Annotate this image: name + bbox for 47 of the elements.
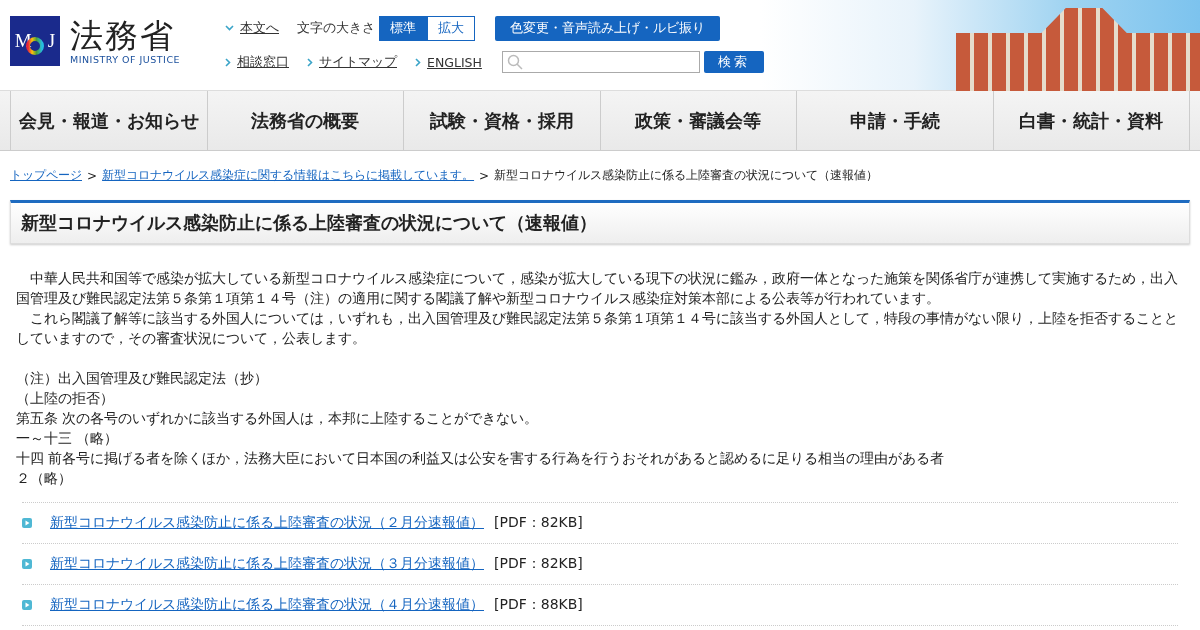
breadcrumb-link[interactable]: トップページ: [10, 167, 82, 184]
accessibility-button[interactable]: 色変更・音声読み上げ・ルビ振り: [495, 15, 720, 41]
breadcrumb-current: 新型コロナウイルス感染防止に係る上陸審査の状況について（速報値）: [494, 167, 879, 184]
bullet-play-icon: [22, 559, 32, 569]
breadcrumb-separator: >: [479, 168, 490, 183]
file-size: [PDF：88KB]: [494, 596, 583, 614]
font-size-label: 文字の大きさ: [297, 19, 375, 37]
nav-tab[interactable]: 試験・資格・採用: [403, 91, 600, 150]
logo-letter: J: [47, 30, 56, 52]
breadcrumb-separator: >: [87, 168, 98, 183]
pdf-document-link[interactable]: 新型コロナウイルス感染防止に係る上陸審査の状況（２月分速報値）: [50, 514, 484, 532]
pdf-document-link[interactable]: 新型コロナウイルス感染防止に係る上陸審査の状況（４月分速報値）: [50, 596, 484, 614]
pdf-document-link[interactable]: 新型コロナウイルス感染防止に係る上陸審査の状況（３月分速報値）: [50, 555, 484, 573]
breadcrumb-link[interactable]: 新型コロナウイルス感染症に関する情報はこちらに掲載しています。: [102, 167, 475, 184]
page-title: 新型コロナウイルス感染防止に係る上陸審査の状況について（速報値）: [10, 200, 1190, 244]
legal-note-line: （注）出入国管理及び難民認定法（抄）: [16, 369, 269, 388]
chevron-icon: [415, 57, 421, 67]
legal-note-line: 一～十三 （略）: [16, 429, 120, 448]
header-link[interactable]: サイトマップ: [307, 53, 397, 71]
bullet-play-icon: [22, 600, 32, 610]
body-paragraph: 中華人民共和国等で感染が拡大している新型コロナウイルス感染症について，感染が拡大している現下の状況に鑑み，政府一体となった施策を関係省庁が連携して実施するため，出入国管理及び難民認定法第５条第１項第１４号（注）の適用に関する閣議了解や新型コロナウイルス感染症対策本部による公表等が行われています。: [16, 269, 1179, 308]
chevron-icon: [225, 25, 234, 31]
nav-tab[interactable]: 政策・審議会等: [599, 91, 796, 150]
site-name: 法務省: [70, 17, 176, 54]
nav-tab[interactable]: 会見・報道・お知らせ: [10, 91, 207, 150]
bullet-play-icon: [22, 518, 32, 528]
legal-note-line: 十四 前各号に掲げる者を除くほか，法務大臣において日本国の利益又は公安を害する行為を行うおそれがあると認めるに足りる相当の理由がある者: [16, 449, 946, 468]
nav-tab[interactable]: 白書・統計・資料: [992, 91, 1190, 150]
legal-note-line: ２（略）: [16, 469, 73, 488]
body-paragraph: これら閣議了解等に該当する外国人については，いずれも，出入国管理及び難民認定法第５条第１項第１４号に該当する外国人として，特段の事情がない限り，上陸を拒否することとしていますので，その審査状況について，公表します。: [16, 309, 1179, 348]
font-size-option[interactable]: 拡大: [427, 15, 475, 41]
legal-note-line: （上陸の拒否）: [16, 389, 115, 408]
skip-to-content-link[interactable]: 本文へ: [225, 19, 279, 37]
search-button[interactable]: 検索: [703, 51, 764, 73]
header-link[interactable]: 相談窓口: [225, 53, 289, 71]
site-name-english: MINISTRY OF JUSTICE: [70, 53, 181, 65]
chevron-icon: [225, 57, 231, 67]
legal-note-line: 第五条 次の各号のいずれかに該当する外国人は，本邦に上陸することができない。: [16, 409, 540, 428]
file-size: [PDF：82KB]: [494, 555, 583, 573]
header-link[interactable]: ENGLISH: [415, 54, 482, 70]
font-size-option[interactable]: 標準: [379, 15, 427, 41]
search-field[interactable]: [501, 51, 700, 73]
nav-tab[interactable]: 申請・手続: [796, 91, 993, 150]
file-size: [PDF：82KB]: [494, 514, 583, 532]
search-icon: [506, 54, 523, 70]
chevron-icon: [307, 57, 313, 67]
nav-tab[interactable]: 法務省の概要: [206, 91, 403, 150]
